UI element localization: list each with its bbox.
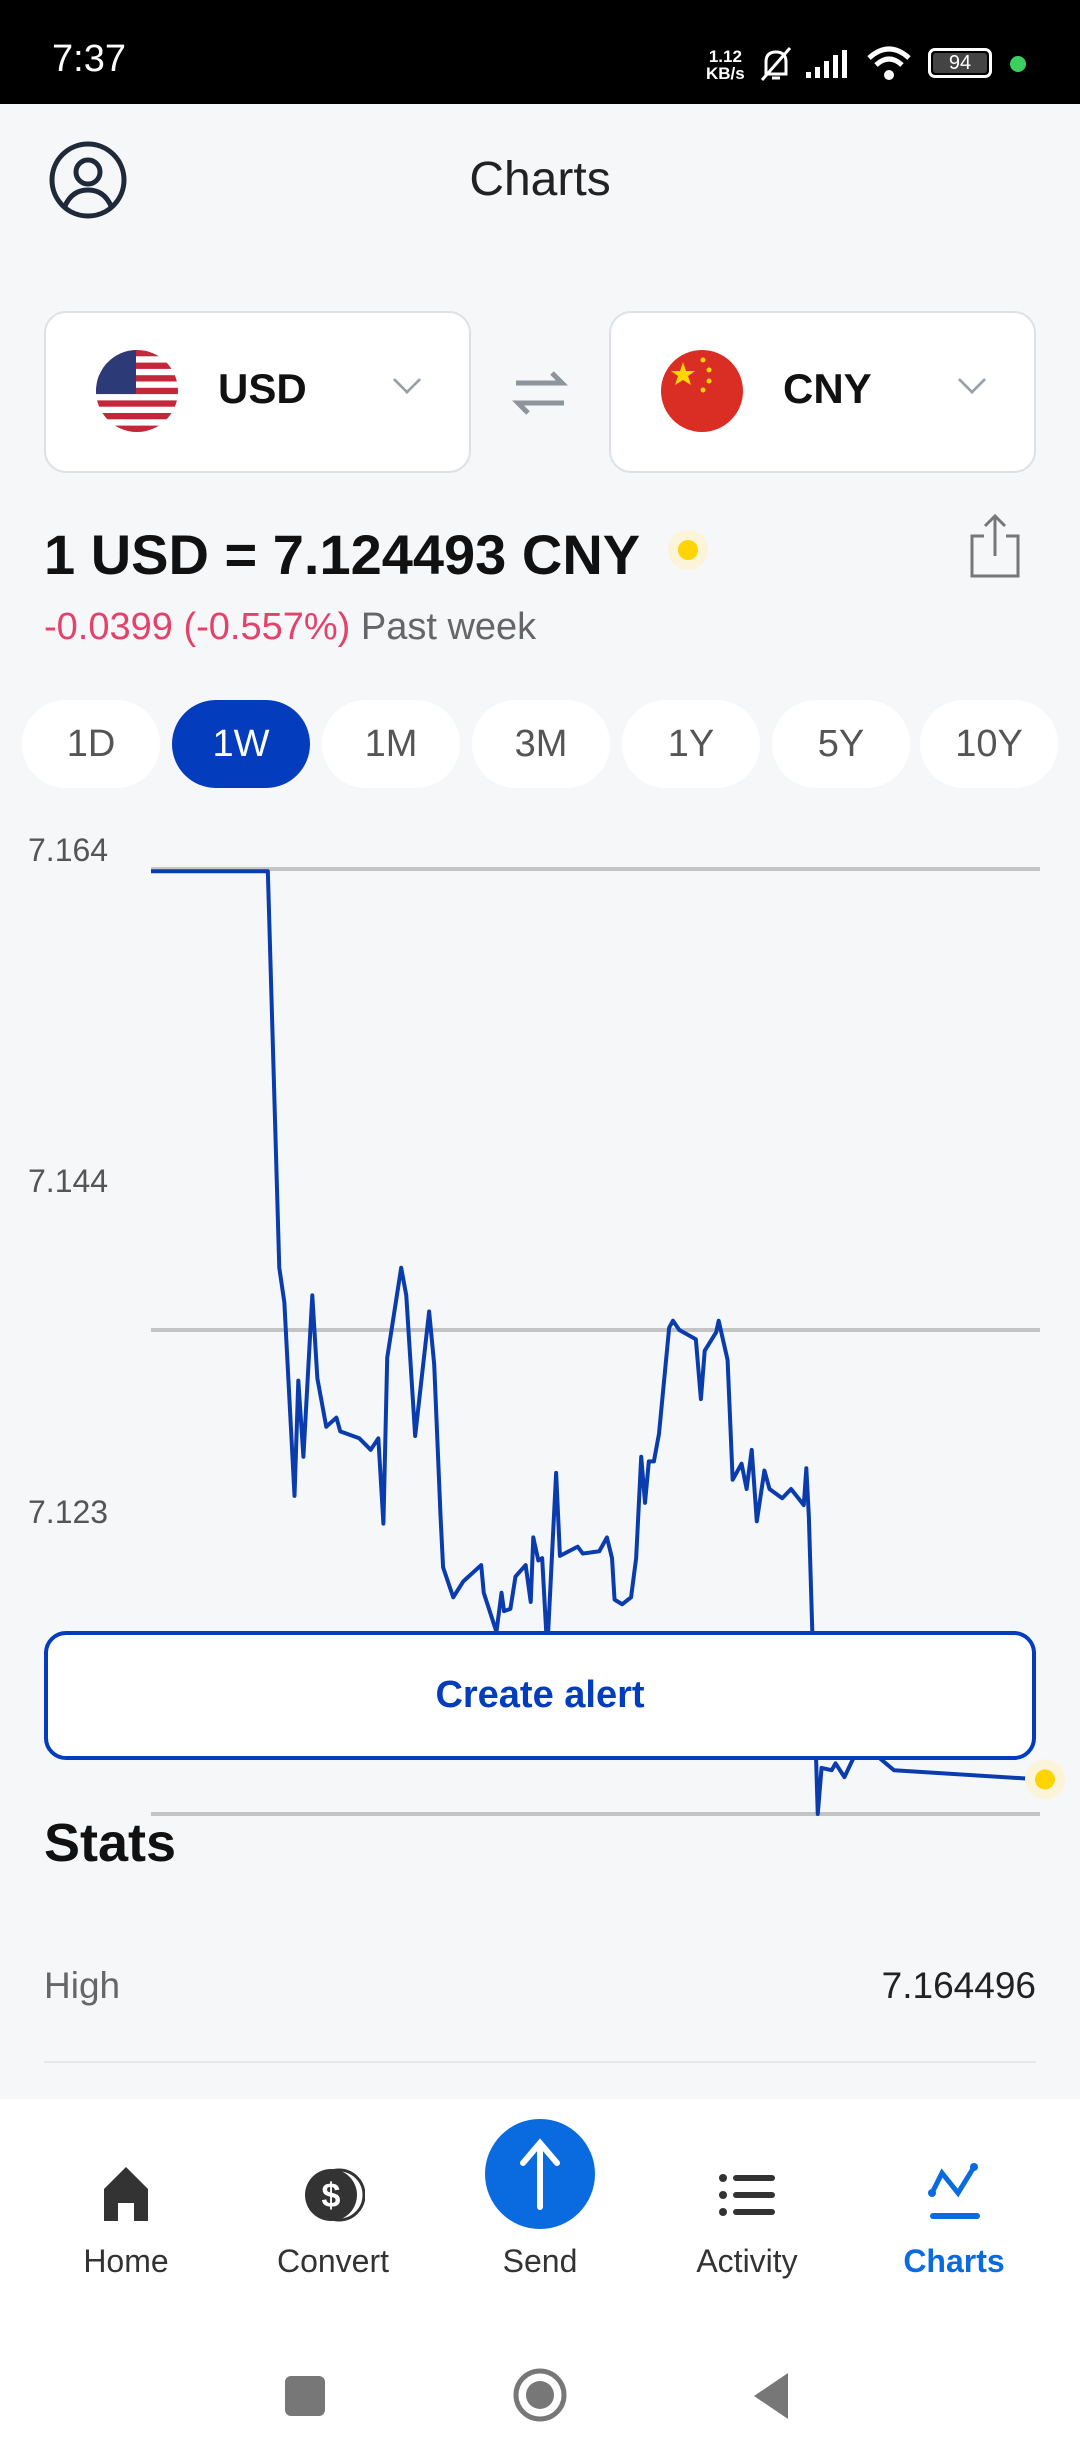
- stat-label-high: High: [44, 1965, 121, 2006]
- page-title: Charts: [469, 153, 611, 206]
- to-currency-select[interactable]: CNY: [609, 311, 1036, 473]
- y-tick-label: 7.123: [28, 1494, 109, 1531]
- to-currency-code: CNY: [783, 365, 872, 412]
- stat-value-high: 7.164496: [881, 1965, 1036, 2006]
- nav-activity[interactable]: Activity: [647, 2099, 847, 2279]
- live-indicator: [668, 530, 708, 570]
- nav-home[interactable]: Home: [26, 2099, 226, 2279]
- nav-label: Home: [83, 2243, 169, 2279]
- y-tick-label: 7.164: [28, 832, 109, 869]
- period-1y[interactable]: 1Y: [622, 700, 760, 788]
- rate-change: -0.0399 (-0.557%) Past week: [44, 606, 536, 649]
- bottom-nav: Home $ Convert Send Activity Charts: [0, 2099, 1080, 2460]
- dollar-coin-icon: $: [305, 2168, 365, 2222]
- nav-charts[interactable]: Charts: [854, 2099, 1054, 2279]
- bell-off-icon: [760, 47, 792, 81]
- share-icon[interactable]: [968, 512, 1022, 580]
- recents-button[interactable]: [285, 2376, 325, 2416]
- nav-send[interactable]: Send: [440, 2099, 640, 2279]
- network-speed: 1.12 KB/s: [706, 48, 745, 82]
- period-10y[interactable]: 10Y: [920, 700, 1058, 788]
- nav-label: Activity: [696, 2243, 798, 2279]
- chevron-down-icon: [957, 365, 987, 395]
- nav-convert[interactable]: $ Convert: [233, 2099, 433, 2279]
- speed-unit: KB/s: [706, 64, 745, 83]
- status-bar: 7:37 1.12 KB/s 94: [0, 0, 1080, 104]
- change-value: -0.0399 (-0.557%): [44, 606, 351, 648]
- y-tick-label: 7.144: [28, 1163, 109, 1200]
- nav-label: Charts: [903, 2243, 1005, 2279]
- nav-label: Convert: [276, 2243, 390, 2279]
- signal-icon: [806, 50, 847, 78]
- back-button[interactable]: [750, 2371, 790, 2421]
- svg-text:$: $: [322, 2177, 341, 2215]
- exchange-rate: 1 USD = 7.124493 CNY: [44, 523, 641, 586]
- from-currency-select[interactable]: USD: [44, 311, 471, 473]
- create-alert-button[interactable]: Create alert: [44, 1631, 1036, 1760]
- wifi-icon: [867, 46, 911, 80]
- list-icon: [719, 2174, 775, 2216]
- privacy-indicator: [1010, 56, 1026, 72]
- period-1w[interactable]: 1W: [172, 700, 310, 788]
- home-gesture-button[interactable]: [512, 2367, 568, 2423]
- cn-flag-icon: [661, 350, 743, 432]
- period-5y[interactable]: 5Y: [772, 700, 910, 788]
- period-1m[interactable]: 1M: [322, 700, 460, 788]
- divider: [44, 2061, 1036, 2063]
- chart-line-icon: [928, 2163, 980, 2219]
- battery-level: 94: [933, 53, 987, 73]
- home-icon: [104, 2167, 148, 2221]
- nav-label: Send: [502, 2243, 578, 2279]
- chevron-down-icon: [392, 365, 422, 395]
- arrow-up-icon: [485, 2119, 595, 2229]
- change-period: Past week: [360, 606, 537, 648]
- battery-icon: 94: [928, 48, 992, 78]
- period-1d[interactable]: 1D: [22, 700, 160, 788]
- swap-icon[interactable]: [512, 365, 568, 421]
- current-point: [1035, 1769, 1055, 1790]
- from-currency-code: USD: [218, 365, 307, 412]
- speed-value: 1.12: [708, 47, 742, 66]
- period-3m[interactable]: 3M: [472, 700, 610, 788]
- clock: 7:37: [52, 38, 126, 80]
- stats-heading: Stats: [44, 1813, 177, 1873]
- us-flag-icon: [96, 350, 178, 432]
